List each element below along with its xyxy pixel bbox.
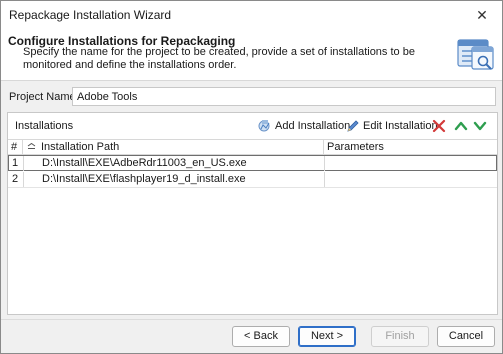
wizard-window-icon [457,39,494,70]
column-header-params[interactable]: Parameters [324,140,496,154]
project-name-label: Project Name: [9,91,79,103]
installations-panel: Installations Add Installation Edit Inst… [7,112,498,315]
window-title: Repackage Installation Wizard [9,8,172,22]
wizard-header: Configure Installations for Repackaging … [1,29,502,81]
table-row[interactable]: 1 D:\Install\EXE\AdbeRdr11003_en_US.exe [8,155,497,171]
column-header-path[interactable]: Installation Path [38,140,322,154]
installations-toolbar: Installations Add Installation Edit Inst… [8,113,497,139]
page-description: Specify the name for the project to be c… [23,46,415,71]
row-num: 1 [12,157,19,169]
finish-button[interactable]: Finish [371,326,429,347]
wizard-window: Repackage Installation Wizard ✕ Configur… [0,0,503,354]
project-name-input[interactable] [72,87,496,106]
edit-installation-button[interactable]: Edit Installation [346,117,438,135]
pencil-icon [347,120,359,132]
add-installation-button[interactable]: Add Installation [258,117,350,135]
cancel-button[interactable]: Cancel [437,326,495,347]
move-up-icon[interactable] [454,119,468,133]
next-button[interactable]: Next > [298,326,356,347]
add-installation-label: Add Installation [275,120,351,132]
move-down-icon[interactable] [473,119,487,133]
installations-grid[interactable]: # Installation Path Parameters 1 D:\Inst… [8,139,497,314]
add-installation-icon [258,120,270,132]
title-bar: Repackage Installation Wizard ✕ [1,1,502,29]
back-button[interactable]: < Back [232,326,290,347]
edit-installation-label: Edit Installation [363,120,438,132]
row-path: D:\Install\EXE\flashplayer19_d_install.e… [42,173,246,185]
close-icon[interactable]: ✕ [472,5,492,25]
column-header-num[interactable]: # [8,140,22,154]
grid-header: # Installation Path Parameters [8,139,497,155]
installations-title: Installations [15,120,74,132]
delete-x-icon[interactable] [432,119,446,133]
table-row[interactable]: 2 D:\Install\EXE\flashplayer19_d_install… [8,172,497,188]
sort-icon[interactable] [27,143,36,151]
row-params[interactable] [325,156,497,171]
row-num: 2 [12,173,19,185]
row-params[interactable] [325,172,497,187]
footer-divider [1,319,502,320]
row-path: D:\Install\EXE\AdbeRdr11003_en_US.exe [42,157,247,169]
